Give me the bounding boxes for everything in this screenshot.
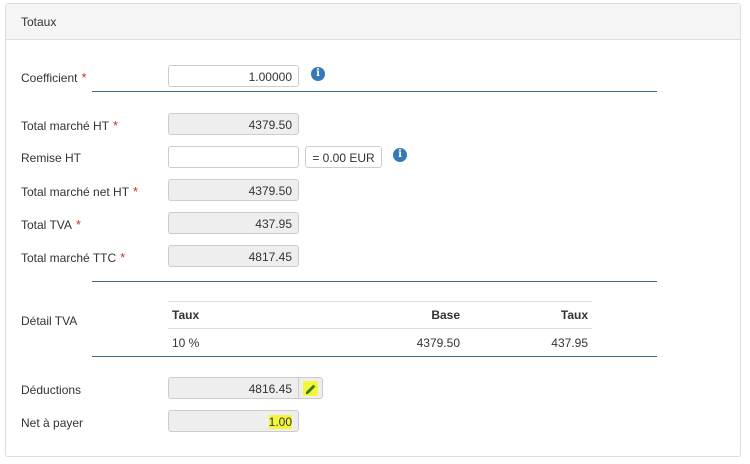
total-tva-field: 437.95 bbox=[168, 212, 299, 234]
info-icon[interactable]: i bbox=[311, 67, 325, 81]
net-a-payer-value: 1.00 bbox=[268, 415, 292, 429]
column-header-base: Base bbox=[296, 301, 464, 329]
coefficient-input[interactable]: 1.00000 bbox=[168, 65, 299, 87]
detail-tva-label: Détail TVA bbox=[21, 314, 78, 328]
remise-ht-label: Remise HT bbox=[21, 151, 82, 165]
total-ht-field: 4379.50 bbox=[168, 113, 299, 135]
separator bbox=[92, 356, 657, 357]
total-tva-label: Total TVA * bbox=[21, 217, 81, 232]
column-header-taux: Taux bbox=[168, 301, 296, 329]
required-marker: * bbox=[81, 70, 87, 85]
total-ttc-label-text: Total marché TTC bbox=[21, 251, 117, 265]
remise-ht-input[interactable] bbox=[168, 146, 299, 168]
total-ht-label-text: Total marché HT bbox=[21, 119, 110, 133]
totaux-panel: Totaux bbox=[5, 3, 741, 457]
net-a-payer-label: Net à payer bbox=[21, 416, 84, 430]
required-marker: * bbox=[133, 184, 139, 199]
pencil-icon bbox=[306, 384, 316, 394]
cell-taux: 10 % bbox=[172, 335, 200, 350]
required-marker: * bbox=[120, 250, 126, 265]
info-icon[interactable]: i bbox=[393, 148, 407, 162]
panel-title: Totaux bbox=[6, 4, 740, 40]
table-header-row: Taux Base Taux bbox=[168, 301, 592, 329]
coefficient-label: Coefficient * bbox=[21, 70, 87, 85]
deductions-label: Déductions bbox=[21, 383, 82, 397]
total-net-ht-label-text: Total marché net HT bbox=[21, 185, 130, 199]
total-net-ht-label: Total marché net HT * bbox=[21, 184, 138, 199]
total-ttc-label: Total marché TTC * bbox=[21, 250, 125, 265]
separator bbox=[92, 91, 657, 92]
separator bbox=[92, 281, 657, 282]
table-row: 10 % 4379.50 437.95 bbox=[168, 329, 592, 357]
column-header-taux-montant: Taux bbox=[464, 301, 592, 329]
coefficient-label-text: Coefficient bbox=[21, 71, 78, 85]
remise-ht-eur-addon: = 0.00 EUR bbox=[305, 146, 382, 168]
detail-tva-table: Taux Base Taux 10 % 4379.50 437.95 bbox=[168, 301, 592, 356]
required-marker: * bbox=[113, 118, 119, 133]
total-net-ht-field: 4379.50 bbox=[168, 179, 299, 201]
total-tva-label-text: Total TVA bbox=[21, 218, 72, 232]
total-ht-label: Total marché HT * bbox=[21, 118, 118, 133]
cell-montant: 437.95 bbox=[551, 335, 588, 350]
edit-deductions-button[interactable] bbox=[299, 377, 323, 399]
required-marker: * bbox=[75, 217, 81, 232]
cell-base: 4379.50 bbox=[416, 335, 460, 350]
deductions-field: 4816.45 bbox=[168, 377, 299, 399]
total-ttc-field: 4817.45 bbox=[168, 245, 299, 267]
net-a-payer-field: 1.00 bbox=[168, 410, 299, 432]
